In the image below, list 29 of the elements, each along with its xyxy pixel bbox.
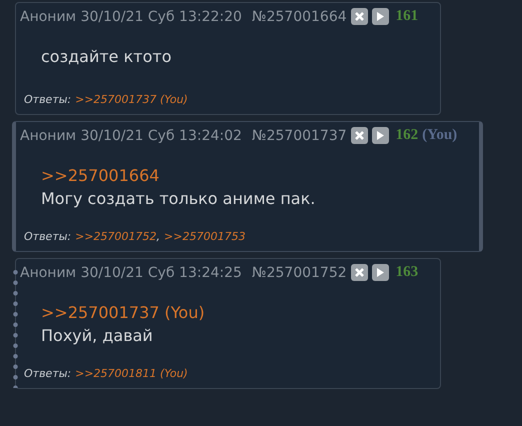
post-number[interactable]: №257001664: [252, 8, 347, 24]
quote-link[interactable]: >>257001664: [41, 164, 458, 187]
replies-label: Ответы:: [24, 93, 72, 106]
post-index: 161: [396, 8, 418, 25]
post-index: 162: [396, 127, 418, 144]
post-author-date: Аноним 30/10/21 Суб 13:24:25: [20, 264, 242, 280]
separator: ,: [156, 230, 160, 243]
you-label: (You): [422, 127, 458, 144]
replies-label: Ответы:: [24, 367, 72, 380]
play-icon[interactable]: [372, 127, 389, 144]
close-icon[interactable]: [350, 8, 368, 25]
post-text: Похуй, давай: [41, 325, 154, 347]
close-icon[interactable]: [350, 127, 368, 144]
post-index: 163: [396, 264, 418, 281]
post-number[interactable]: №257001752: [252, 264, 347, 280]
reply-link[interactable]: >>257001752: [75, 230, 157, 243]
post-author-date: Аноним 30/10/21 Суб 13:22:20: [20, 8, 242, 24]
post-author-date: Аноним 30/10/21 Суб 13:24:02: [20, 128, 242, 144]
post-text: создайте ктото: [41, 46, 172, 68]
post-text: Могу создать только аниме пак.: [41, 188, 316, 210]
reply-link[interactable]: >>257001753: [164, 230, 246, 243]
play-icon[interactable]: [372, 8, 389, 25]
post-number[interactable]: №257001737: [252, 128, 347, 144]
replies-label: Ответы:: [24, 230, 72, 243]
reply-link[interactable]: >>257001737 (You): [75, 93, 188, 106]
play-icon[interactable]: [372, 264, 389, 281]
quote-link[interactable]: >>257001737 (You): [41, 301, 418, 324]
close-icon[interactable]: [350, 264, 368, 281]
reply-link[interactable]: >>257001811 (You): [75, 367, 188, 380]
